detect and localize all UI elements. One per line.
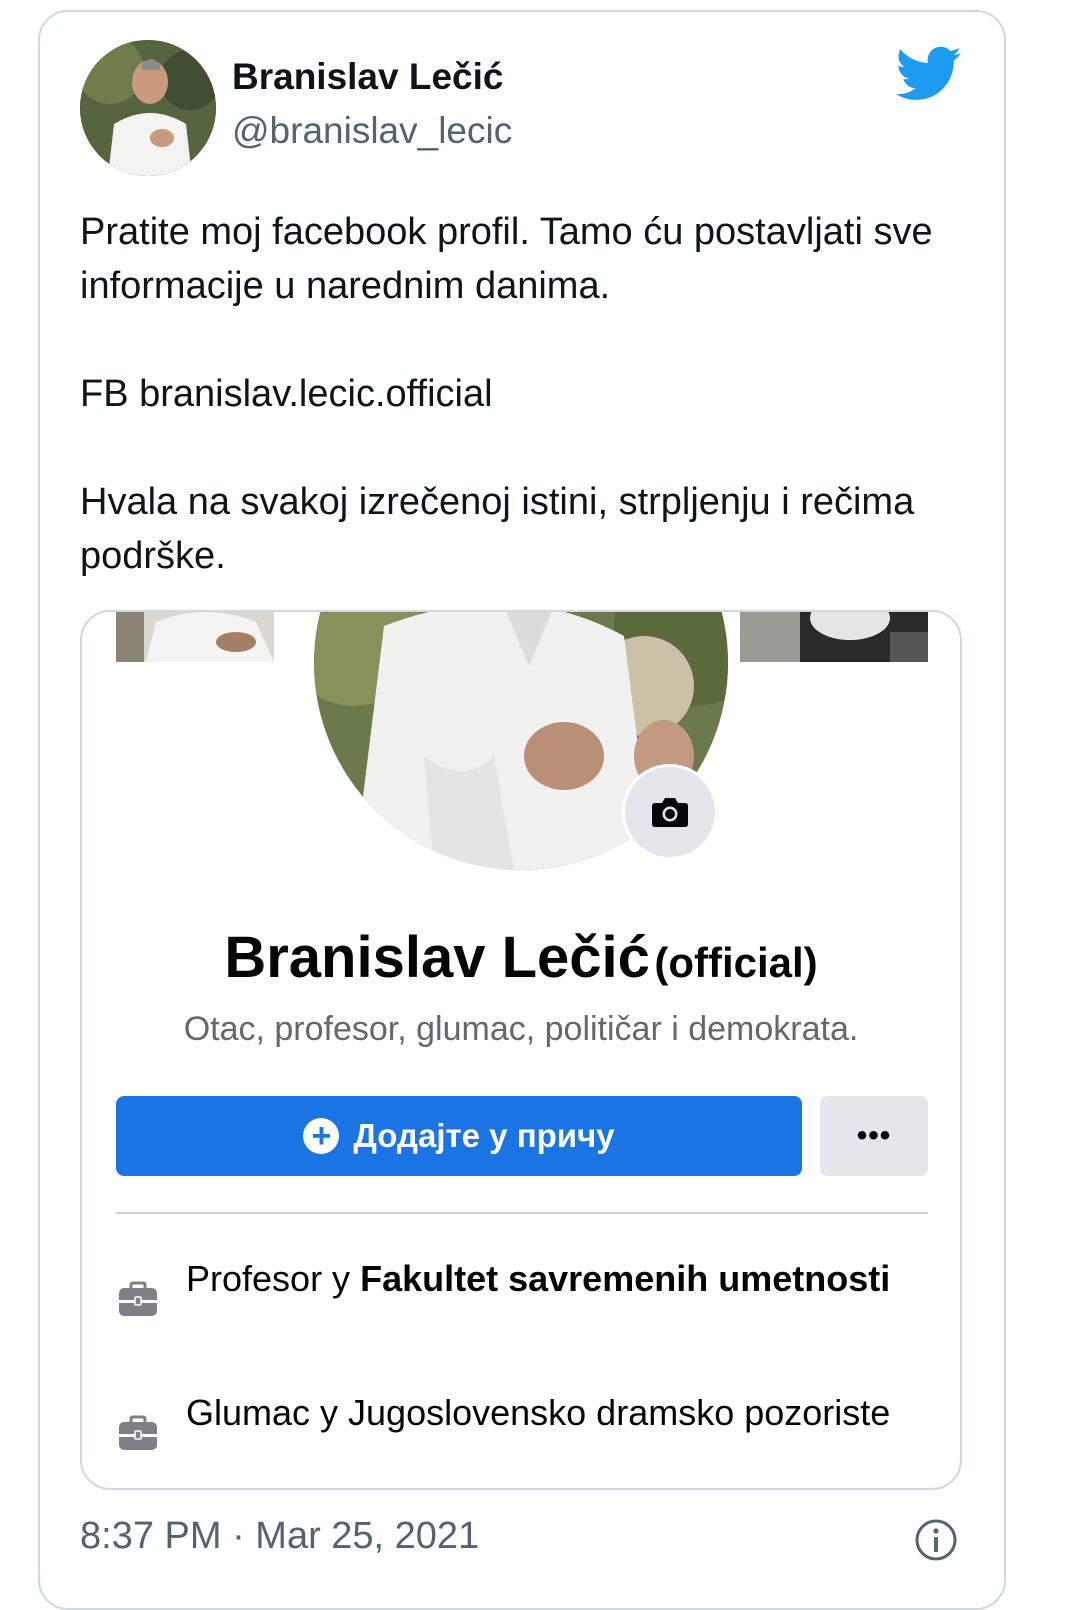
change-photo-button[interactable] xyxy=(622,764,718,860)
profile-bio: Otac, profesor, glumac, političar i demo… xyxy=(183,1010,859,1048)
author-avatar[interactable] xyxy=(80,40,216,176)
work-text: Profesor у Fakultet savremenih umetnosti xyxy=(186,1256,906,1301)
tweet-timestamp[interactable]: 8:37 PM · Mar 25, 2021 xyxy=(80,1515,479,1558)
briefcase-icon xyxy=(119,1281,157,1316)
plus-icon: + xyxy=(303,1118,340,1154)
author-handle[interactable]: @branislav_lecic xyxy=(232,110,512,152)
camera-icon xyxy=(652,798,688,827)
work-role: Profesor у xyxy=(186,1258,351,1299)
twitter-bird-icon[interactable] xyxy=(896,46,962,102)
cover-photo-left xyxy=(116,612,274,662)
avatar-photo xyxy=(80,40,216,176)
cover-photo-right xyxy=(740,612,928,662)
tweet-paragraph: Hvala na svakoj izrečenoj istini, strplj… xyxy=(80,481,915,577)
divider xyxy=(116,1212,928,1214)
work-role: Glumac у Jugoslovensko dramsko pozoriste xyxy=(186,1392,891,1433)
work-text: Glumac у Jugoslovensko dramsko pozoriste xyxy=(186,1390,906,1435)
info-icon[interactable] xyxy=(914,1518,958,1562)
author-name[interactable]: Branislav Lečić xyxy=(232,56,503,98)
tweet-body: Pratite moj facebook profil. Tamo ću pos… xyxy=(80,205,980,583)
briefcase-icon xyxy=(119,1415,157,1450)
profile-name: Branislav Lečić xyxy=(224,925,650,990)
tweet-paragraph: FB branislav.lecic.official xyxy=(80,373,493,415)
work-place-link[interactable]: Fakultet savremenih umetnosti xyxy=(360,1258,890,1299)
facebook-profile-name: Branislav Lečić (official) xyxy=(82,924,960,991)
more-options-button[interactable]: ••• xyxy=(820,1096,928,1176)
tweet-paragraph: Pratite moj facebook profil. Tamo ću pos… xyxy=(80,211,933,307)
add-to-story-label: Додајте у причу xyxy=(353,1117,615,1154)
attached-screenshot[interactable]: Branislav Lečić (official) Otac, profeso… xyxy=(80,610,962,1490)
profile-name-suffix: (official) xyxy=(654,939,818,986)
add-to-story-button[interactable]: + Додајте у причу xyxy=(116,1096,802,1176)
